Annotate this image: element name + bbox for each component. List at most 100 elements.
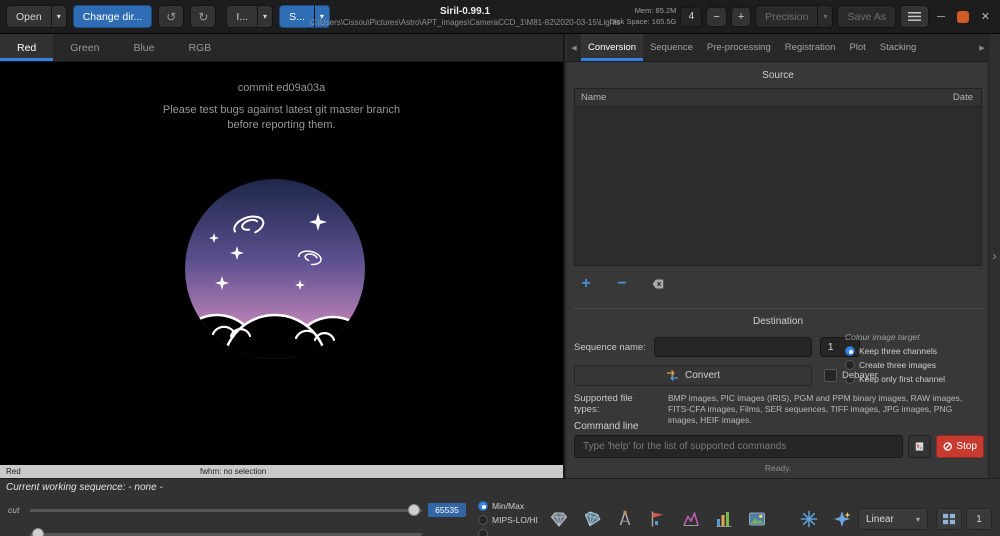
- hamburger-menu-button[interactable]: [900, 5, 929, 28]
- column-date[interactable]: Date: [927, 92, 981, 103]
- snowflake-tool-button[interactable]: [794, 505, 824, 533]
- image-menu-caret[interactable]: ▾: [258, 5, 273, 28]
- compass-tool-button[interactable]: [610, 505, 640, 533]
- tabs-scroll-left-icon[interactable]: ◀: [567, 34, 581, 61]
- high-cut-row: cut 65535: [8, 503, 466, 517]
- radio-dot-icon: [478, 501, 488, 511]
- sequence-menu-group: S... ▾: [279, 5, 330, 28]
- minimize-button[interactable]: ─: [933, 11, 949, 23]
- radio-label: MIPS-LO/HI: [492, 515, 538, 525]
- tab-blue[interactable]: Blue: [116, 34, 171, 61]
- bottom-bar: Current working sequence: - none - cut 6…: [0, 478, 1000, 536]
- single-view-button[interactable]: 1: [966, 508, 992, 530]
- threads-entry[interactable]: 4: [680, 7, 702, 27]
- low-cut-slider[interactable]: [30, 527, 422, 536]
- titlebar: Open ▾ Change dir... ↺ ↻ I... ▾ S... ▾ S…: [0, 0, 1000, 34]
- maximize-icon: [957, 11, 969, 23]
- image-menu-button[interactable]: I...: [226, 5, 258, 28]
- star-tool-button[interactable]: [827, 505, 857, 533]
- undo-button[interactable]: ↺: [158, 5, 184, 28]
- radio-keep-three-channels[interactable]: Keep three channels: [845, 344, 973, 358]
- maximize-button[interactable]: [953, 11, 973, 23]
- debayer-checkbox[interactable]: Debayer: [824, 369, 878, 382]
- checkbox-icon: [824, 369, 837, 382]
- status-channel: Red: [0, 467, 200, 476]
- sequence-menu-button[interactable]: S...: [279, 5, 315, 28]
- sequence-name-label: Sequence name:: [574, 342, 646, 353]
- plus-icon: +: [581, 276, 590, 292]
- clear-list-icon: [652, 277, 664, 291]
- status-fwhm: fwhm: no selection: [200, 467, 266, 476]
- viewer-status-strip: Red fwhm: no selection: [0, 465, 563, 478]
- photo-icon: [747, 509, 767, 529]
- curve-tool-button[interactable]: [676, 505, 706, 533]
- grid-view-button[interactable]: [936, 508, 962, 530]
- open-button[interactable]: Open: [6, 5, 52, 28]
- redo-button[interactable]: ↻: [190, 5, 216, 28]
- hamburger-icon: [908, 12, 921, 21]
- tab-registration[interactable]: Registration: [778, 34, 843, 61]
- tabs-scroll-right-icon[interactable]: ▶: [975, 34, 989, 61]
- radio-mips-lo-hi[interactable]: MIPS-LO/HI: [478, 513, 538, 527]
- source-section-title: Source: [567, 70, 989, 81]
- convert-row: Convert Debayer: [574, 365, 878, 386]
- tab-sequence[interactable]: Sequence: [643, 34, 700, 61]
- save-as-button[interactable]: Save As: [837, 5, 896, 28]
- threads-increase-button[interactable]: +: [731, 7, 751, 27]
- image-canvas[interactable]: commit ed09a03a Please test bugs against…: [0, 62, 563, 465]
- radio-label: Keep three channels: [859, 346, 937, 356]
- radio-dot-icon: [845, 346, 855, 356]
- column-name[interactable]: Name: [575, 92, 927, 103]
- siril-window: Open ▾ Change dir... ↺ ↻ I... ▾ S... ▾ S…: [0, 0, 1000, 536]
- source-file-list[interactable]: Name Date: [574, 88, 982, 266]
- panel-expander-handle[interactable]: ›: [988, 34, 1000, 478]
- gem-blue-tool-button[interactable]: [577, 505, 607, 533]
- close-button[interactable]: ✕: [977, 10, 994, 23]
- gem-tool-button[interactable]: [544, 505, 574, 533]
- scale-mode-value: Linear: [866, 514, 894, 525]
- stop-button[interactable]: Stop: [936, 435, 984, 458]
- remove-files-button[interactable]: −: [610, 274, 634, 294]
- convert-button[interactable]: Convert: [574, 365, 812, 386]
- slider-handle[interactable]: [32, 528, 44, 536]
- radio-user-clipped[interactable]: [478, 527, 538, 536]
- command-export-button[interactable]: [908, 435, 931, 458]
- tab-plot[interactable]: Plot: [842, 34, 872, 61]
- colour-target-label: Colour image target: [845, 332, 973, 342]
- tab-stacking[interactable]: Stacking: [873, 34, 923, 61]
- radio-dot-icon: [478, 529, 488, 536]
- source-list-header: Name Date: [575, 89, 981, 107]
- high-cut-value[interactable]: 65535: [428, 503, 466, 517]
- precision-button[interactable]: Precision: [755, 5, 818, 28]
- beta-notice-line2: before reporting them.: [227, 119, 335, 131]
- clear-list-button[interactable]: [646, 274, 670, 294]
- sequence-name-row: Sequence name: 1: [574, 336, 860, 358]
- image-menu-group: I... ▾: [226, 5, 273, 28]
- radio-dot-icon: [478, 515, 488, 525]
- stop-label: Stop: [956, 441, 977, 452]
- sequence-name-input[interactable]: [654, 337, 812, 357]
- high-cut-slider[interactable]: [30, 503, 422, 517]
- cut-label: cut: [8, 505, 24, 515]
- scale-mode-select[interactable]: Linear ▾: [858, 508, 928, 530]
- chevron-down-icon: ▾: [916, 515, 920, 524]
- threads-decrease-button[interactable]: −: [706, 7, 726, 27]
- precision-caret[interactable]: ▾: [818, 5, 833, 28]
- tab-conversion[interactable]: Conversion: [581, 34, 643, 61]
- tab-pre-processing[interactable]: Pre-processing: [700, 34, 778, 61]
- tab-red[interactable]: Red: [0, 34, 53, 61]
- tab-rgb[interactable]: RGB: [171, 34, 228, 61]
- command-input[interactable]: [574, 435, 903, 458]
- sequence-menu-caret[interactable]: ▾: [315, 5, 330, 28]
- slider-handle[interactable]: [408, 504, 420, 516]
- tab-green[interactable]: Green: [53, 34, 116, 61]
- destination-section-title: Destination: [567, 316, 989, 327]
- histogram-tool-button[interactable]: [709, 505, 739, 533]
- photo-tool-button[interactable]: [742, 505, 772, 533]
- change-dir-button[interactable]: Change dir...: [73, 5, 153, 28]
- add-files-button[interactable]: +: [574, 274, 598, 294]
- flag-tool-button[interactable]: [643, 505, 673, 533]
- slider-track[interactable]: [30, 509, 422, 512]
- open-dropdown-caret[interactable]: ▾: [52, 5, 67, 28]
- radio-min-max[interactable]: Min/Max: [478, 499, 538, 513]
